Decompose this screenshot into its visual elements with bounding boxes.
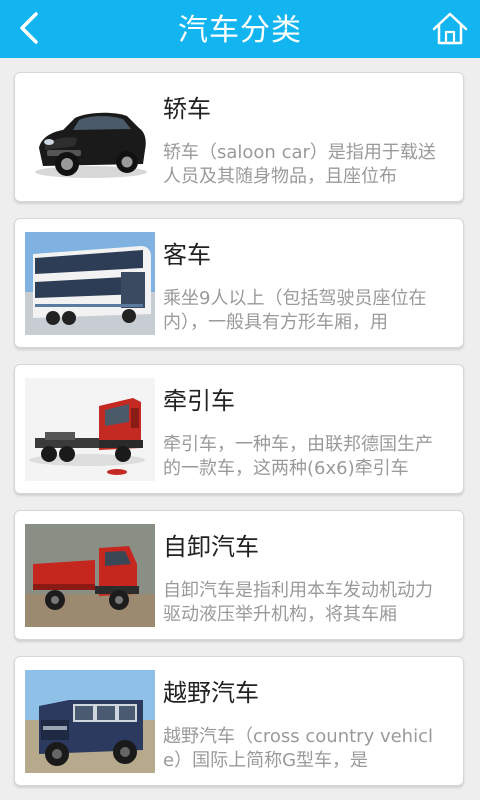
category-description: 自卸汽车是指利用本车发动机动力驱动液压举升机构，将其车厢 (163, 580, 433, 625)
dump-truck-image (25, 524, 155, 627)
category-description: 乘坐9人以上（包括驾驶员座位在内），一般具有方形车厢，用 (163, 288, 427, 333)
page-title: 汽车分类 (178, 13, 302, 48)
category-name: 牵引车 (163, 387, 235, 415)
home-button[interactable] (430, 9, 470, 49)
tractor-truck-image (25, 378, 155, 481)
offroad-vehicle-image (25, 670, 155, 773)
sedan-image (25, 86, 155, 189)
category-description: 越野汽车（cross country vehicle）国际上简称G型车，是 (163, 726, 433, 771)
category-item-offroad[interactable]: 越野汽车 越野汽车（cross country vehicle）国际上简称G型车… (14, 656, 464, 786)
category-name: 客车 (163, 241, 211, 269)
category-item-dump-truck[interactable]: 自卸汽车 自卸汽车是指利用本车发动机动力驱动液压举升机构，将其车厢 (14, 510, 464, 640)
back-button[interactable] (10, 8, 50, 48)
category-description: 轿车（saloon car）是指用于载送人员及其随身物品，且座位布 (163, 142, 436, 187)
category-name: 自卸汽车 (163, 533, 259, 561)
chevron-left-icon (20, 12, 38, 44)
category-item-sedan[interactable]: 轿车 轿车（saloon car）是指用于载送人员及其随身物品，且座位布 (14, 72, 464, 202)
category-item-tractor[interactable]: 牵引车 牵引车，一种车，由联邦德国生产的一款车，这两种(6x6)牵引车 (14, 364, 464, 494)
category-list[interactable]: 轿车 轿车（saloon car）是指用于载送人员及其随身物品，且座位布 客车 … (0, 58, 480, 800)
bus-image (25, 232, 155, 335)
home-icon (432, 12, 468, 45)
category-name: 轿车 (163, 95, 211, 123)
category-name: 越野汽车 (163, 679, 259, 707)
category-description: 牵引车，一种车，由联邦德国生产的一款车，这两种(6x6)牵引车 (163, 434, 433, 479)
app-header: 汽车分类 (0, 0, 480, 58)
category-item-bus[interactable]: 客车 乘坐9人以上（包括驾驶员座位在内），一般具有方形车厢，用 (14, 218, 464, 348)
